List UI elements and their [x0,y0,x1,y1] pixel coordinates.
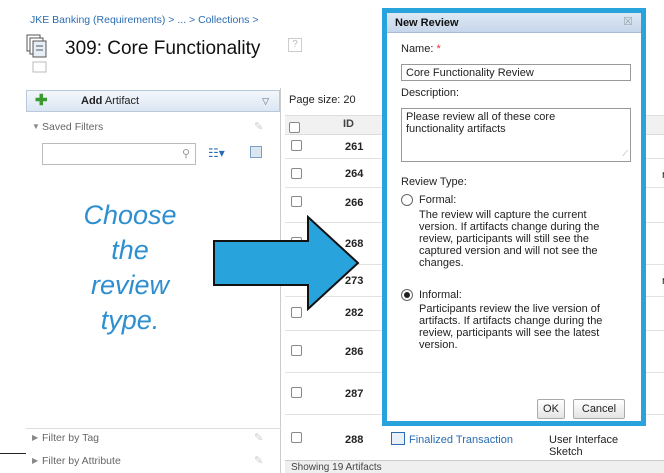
edit-icon[interactable]: ✎ [254,454,266,467]
saved-filters-header[interactable]: ▼ Saved Filters ✎ [26,118,280,138]
description-textarea[interactable]: Please review all of these core function… [401,108,631,162]
breadcrumb[interactable]: JKE Banking (Requirements) > ... > Colle… [30,14,258,26]
divider [26,428,281,429]
id-column-header[interactable]: ID [343,118,354,130]
informal-radio[interactable] [401,289,413,301]
filter-by-attribute-label: Filter by Attribute [42,455,121,467]
chevron-down-icon: ▽ [262,96,269,106]
resize-handle-icon[interactable]: ⟋ [622,148,628,160]
review-type-label: Review Type: [401,176,467,188]
help-icon[interactable]: ? [288,38,302,52]
page-title: 309: Core Functionality [65,38,261,59]
edit-icon[interactable]: ✎ [254,431,266,444]
collapse-icon: ▼ [32,122,40,131]
close-icon[interactable]: ☒ [623,15,633,28]
filter-by-tag-label: Filter by Tag [42,432,99,444]
row-checkbox[interactable] [291,196,302,207]
name-label: Name: * [401,43,441,55]
review-name-input[interactable]: Core Functionality Review [401,64,631,81]
dialog-title-bar: New Review ☒ [387,13,641,33]
filter-input[interactable] [42,143,196,165]
row-checkbox[interactable] [291,345,302,356]
arrow [213,215,360,311]
row-id: 287 [345,388,364,400]
formal-label[interactable]: Formal: [419,194,456,206]
edit-icon[interactable]: ✎ [254,120,266,133]
row-id: 264 [345,168,364,180]
sort-icon[interactable]: ☷▾ [208,146,225,160]
row-checkbox[interactable] [291,387,302,398]
row-id: 266 [345,197,364,209]
expand-icon: ▶ [32,433,39,442]
plus-icon: ✚ [35,92,48,109]
row-checkbox[interactable] [291,168,302,179]
row-id: 286 [345,346,364,358]
saved-filters-label: Saved Filters [42,121,104,133]
artifact-type: User Interface Sketch [549,434,619,458]
page-size-label[interactable]: Page size: 20 [289,94,356,106]
description-label: Description: [401,87,460,99]
add-artifact-label: Add Artifact [81,95,140,107]
new-review-dialog: New Review ☒ Name: * Core Functionality … [382,8,646,426]
formal-description: The review will capture the current vers… [419,209,600,269]
collection-icon [26,34,47,73]
filter-row: ⚲ ☷▾ [42,143,278,167]
ok-button[interactable]: OK [537,399,565,419]
row-checkbox[interactable] [291,432,302,443]
divider [0,453,26,454]
formal-radio[interactable] [401,194,413,206]
search-icon[interactable]: ⚲ [182,147,190,160]
expand-icon: ▶ [32,456,39,465]
row-checkbox[interactable] [291,140,302,151]
table-row[interactable]: 288 Finalized Transaction User Interface… [285,424,664,460]
informal-label[interactable]: Informal: [419,289,462,301]
status-bar: Showing 19 Artifacts [285,460,664,473]
callout-text: Choose the review type. [83,200,177,335]
select-all-checkbox[interactable] [289,122,300,133]
filter-by-attribute-header[interactable]: ▶ Filter by Attribute ✎ [26,452,280,472]
artifact-link[interactable]: Finalized Transaction [409,434,513,446]
status-text: Showing 19 Artifacts [291,462,382,473]
add-artifact-button[interactable]: ✚ Add Artifact ▽ [26,90,280,112]
save-icon[interactable] [250,146,262,158]
informal-description: Participants review the live version of … [419,303,603,351]
dialog-title: New Review [395,17,459,29]
row-id: 261 [345,141,364,153]
artifact-icon [391,432,405,445]
cancel-button[interactable]: Cancel [573,399,625,419]
row-id: 288 [345,434,364,446]
filter-by-tag-header[interactable]: ▶ Filter by Tag ✎ [26,429,280,449]
